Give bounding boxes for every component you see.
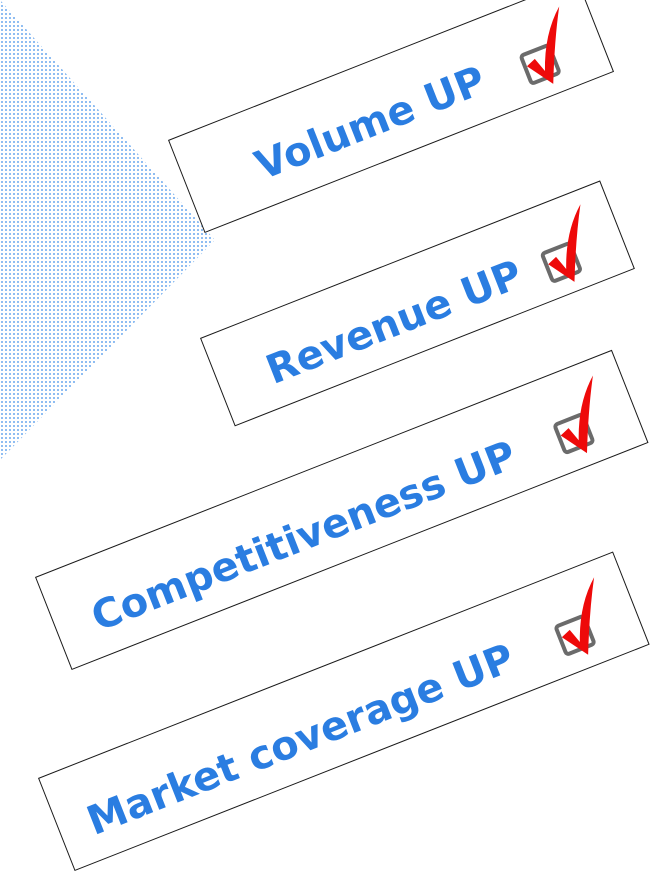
checkbox-checked-icon: [554, 577, 596, 656]
item-label: Volume UP: [249, 57, 493, 190]
item-card-volume: Volume UP: [168, 0, 615, 234]
checkbox-checked-icon: [540, 204, 582, 283]
item-label: Market coverage UP: [80, 635, 521, 845]
checkbox-checked-icon: [519, 6, 561, 85]
item-label: Competitiveness UP: [85, 432, 523, 641]
item-label: Revenue UP: [259, 251, 529, 394]
checkbox-checked-icon: [553, 375, 595, 455]
dot-pattern-decoration: [0, 0, 215, 460]
